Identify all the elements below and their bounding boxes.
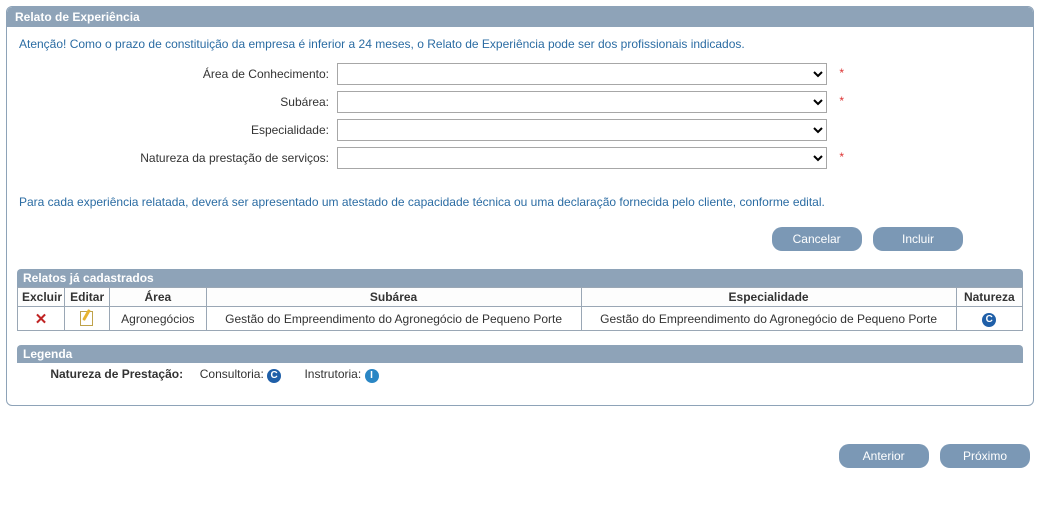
note-text: Para cada experiência relatada, deverá s… <box>19 195 1021 209</box>
select-natureza[interactable] <box>337 147 827 169</box>
row-especialidade: Especialidade: <box>17 119 1023 141</box>
next-button[interactable]: Próximo <box>940 444 1030 468</box>
required-marker: * <box>839 150 844 164</box>
panel-body: Atenção! Como o prazo de constituição da… <box>7 27 1033 405</box>
select-subarea[interactable] <box>337 91 827 113</box>
th-subarea: Subárea <box>206 288 581 307</box>
natureza-badge: C <box>982 313 996 327</box>
row-natureza: Natureza da prestação de serviços: * <box>17 147 1023 169</box>
instrutoria-badge-icon: I <box>365 369 379 383</box>
label-area: Área de Conhecimento: <box>17 67 337 81</box>
consultoria-badge-icon: C <box>267 369 281 383</box>
th-area: Área <box>110 288 206 307</box>
warning-text: Atenção! Como o prazo de constituição da… <box>19 37 1021 51</box>
label-natureza: Natureza da prestação de serviços: <box>17 151 337 165</box>
row-subarea: Subárea: * <box>17 91 1023 113</box>
relato-panel: Relato de Experiência Atenção! Como o pr… <box>6 6 1034 406</box>
cell-especialidade: Gestão do Empreendimento do Agronegócio … <box>581 307 956 331</box>
th-excluir: Excluir <box>18 288 65 307</box>
select-area[interactable] <box>337 63 827 85</box>
select-especialidade[interactable] <box>337 119 827 141</box>
legenda-label: Natureza de Prestação: <box>50 367 183 381</box>
relatos-table: Excluir Editar Área Subárea Especialidad… <box>17 287 1023 331</box>
legenda-title: Legenda <box>17 345 1023 363</box>
cell-subarea: Gestão do Empreendimento do Agronegócio … <box>206 307 581 331</box>
panel-title: Relato de Experiência <box>7 7 1033 27</box>
row-area: Área de Conhecimento: * <box>17 63 1023 85</box>
prev-button[interactable]: Anterior <box>839 444 929 468</box>
legenda-instrutoria: Instrutoria: <box>304 367 361 381</box>
relatos-title: Relatos já cadastrados <box>17 269 1023 287</box>
label-subarea: Subárea: <box>17 95 337 109</box>
footer-buttons: Anterior Próximo <box>6 414 1034 474</box>
legenda-consultoria: Consultoria: <box>200 367 264 381</box>
include-button[interactable]: Incluir <box>873 227 963 251</box>
label-especialidade: Especialidade: <box>17 123 337 137</box>
required-marker: * <box>839 66 844 80</box>
th-editar: Editar <box>65 288 110 307</box>
table-row: ✕ Agronegócios Gestão do Empreendimento … <box>18 307 1023 331</box>
cancel-button[interactable]: Cancelar <box>772 227 862 251</box>
legenda-body: Natureza de Prestação: Consultoria: C In… <box>17 363 1023 391</box>
th-especialidade: Especialidade <box>581 288 956 307</box>
delete-icon[interactable]: ✕ <box>35 310 48 328</box>
required-marker: * <box>839 94 844 108</box>
form-buttons: Cancelar Incluir <box>17 221 1023 255</box>
relatos-panel: Relatos já cadastrados Excluir Editar Ár… <box>17 269 1023 331</box>
cell-area: Agronegócios <box>110 307 206 331</box>
th-natureza: Natureza <box>956 288 1022 307</box>
edit-icon[interactable] <box>80 309 95 325</box>
legenda-panel: Legenda Natureza de Prestação: Consultor… <box>17 345 1023 391</box>
